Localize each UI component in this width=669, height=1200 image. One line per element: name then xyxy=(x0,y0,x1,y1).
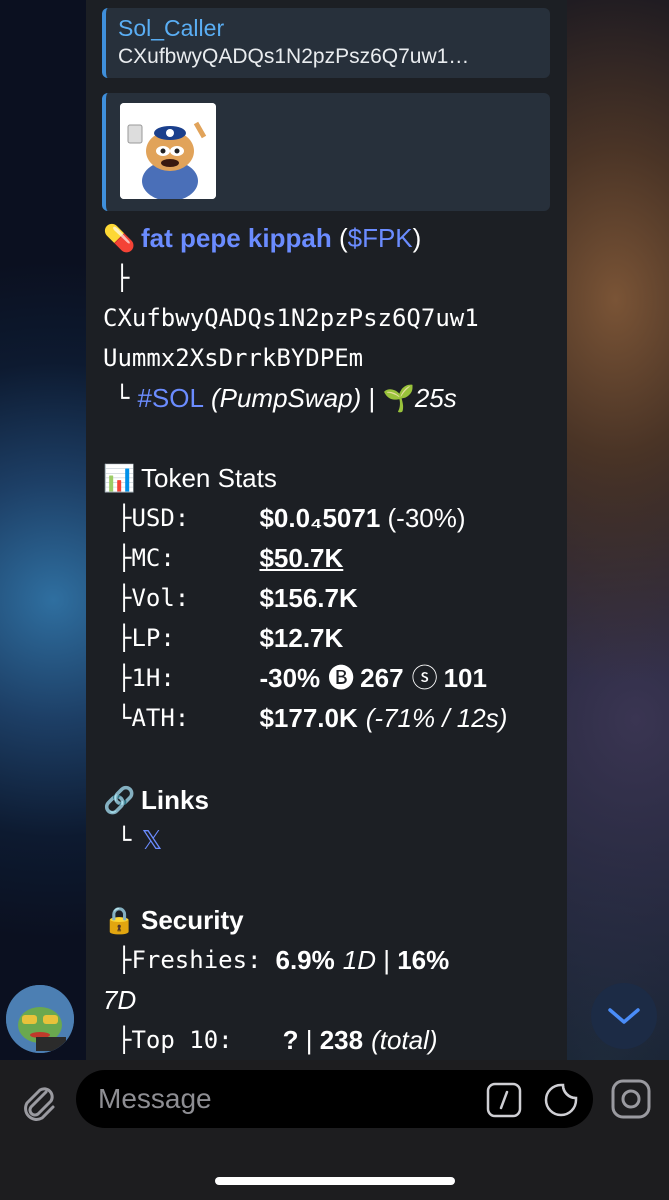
home-indicator[interactable] xyxy=(215,1177,455,1185)
end-branch: └ xyxy=(117,826,132,854)
branch-line: ├ xyxy=(103,258,553,298)
stats-header: 📊 Token Stats xyxy=(103,458,553,498)
sticker-icon[interactable] xyxy=(543,1082,579,1118)
branch-symbol: ├ xyxy=(117,584,132,612)
freshies-7d-value: 16% xyxy=(397,945,450,975)
token-age: 25s xyxy=(414,383,457,413)
media-preview[interactable] xyxy=(102,93,550,211)
stat-label: 1H: xyxy=(131,664,175,692)
freshies-1d-value: 6.9% xyxy=(275,945,335,975)
reply-quote[interactable]: Sol_Caller CXufbwyQADQs1N2pzPsz6Q7uw1… xyxy=(102,8,550,78)
separator: | xyxy=(361,383,383,413)
message-input-container xyxy=(76,1070,593,1128)
top10-row: ├ Top 10: ? | 238 (total) xyxy=(103,1020,553,1060)
freshies-wrap: 7D xyxy=(103,980,553,1020)
security-header: 🔒 Security xyxy=(103,900,553,940)
branch-symbol: ├ xyxy=(115,264,130,292)
stat-extra: (-30%) xyxy=(380,503,466,533)
paren-close: ) xyxy=(412,223,422,253)
message-content: 💊 fat pepe kippah ( $FPK ) ├ CXufbwyQADQ… xyxy=(103,218,553,1060)
branch-symbol: ├ xyxy=(117,946,132,974)
separator: | xyxy=(298,1025,320,1055)
contract-address-1[interactable]: CXufbwyQADQs1N2pzPsz6Q7uw1 xyxy=(103,298,553,338)
security-title: Security xyxy=(141,905,244,935)
stat-label: USD: xyxy=(131,504,190,532)
sender-avatar[interactable] xyxy=(6,985,74,1053)
dex-name: (PumpSwap) xyxy=(210,383,362,413)
stat-row-ath: └ ATH: $177.0K (-71% / 12s) xyxy=(103,698,553,738)
links-row: └ 𝕏 xyxy=(103,820,553,860)
chain-line: └ #SOL (PumpSwap) | 🌱 25s xyxy=(103,378,553,418)
token-header: 💊 fat pepe kippah ( $FPK ) xyxy=(103,218,553,258)
top10-total: 238 xyxy=(319,1025,364,1055)
stat-value: $0.0₄5071 xyxy=(259,503,381,533)
seedling-icon: 🌱 xyxy=(382,383,415,413)
token-ticker-link[interactable]: $FPK xyxy=(348,218,413,258)
freshies-label: Freshies: xyxy=(131,946,262,974)
stat-value: $177.0K xyxy=(259,703,358,733)
stat-label: LP: xyxy=(131,624,175,652)
branch-symbol: ├ xyxy=(117,504,132,532)
lock-icon: 🔒 xyxy=(103,905,136,935)
buys-icon: 🅑 xyxy=(328,663,355,693)
freshies-row: ├ Freshies: 6.9% 1D | 16% xyxy=(103,940,553,980)
scroll-down-button[interactable] xyxy=(591,983,657,1049)
branch-symbol: ├ xyxy=(117,624,132,652)
pill-icon: 💊 xyxy=(103,223,136,253)
freshies-7d-unit: 7D xyxy=(103,985,137,1015)
reply-author: Sol_Caller xyxy=(118,15,225,41)
contract-address-2[interactable]: Uummx2XsDrrkBYDPEm xyxy=(103,338,553,378)
link-icon: 🔗 xyxy=(103,785,136,815)
camera-icon[interactable] xyxy=(610,1078,652,1120)
paren-open: ( xyxy=(338,223,348,253)
pepe-sticker-image[interactable] xyxy=(120,103,216,199)
buys-count: 267 xyxy=(360,663,404,693)
stat-row-mc: ├ MC: $50.7K xyxy=(103,538,553,578)
stat-value: $156.7K xyxy=(259,583,358,613)
command-slash-icon[interactable] xyxy=(486,1082,522,1118)
bar-chart-icon: 📊 xyxy=(103,463,136,493)
stat-label: ATH: xyxy=(131,704,190,732)
branch-symbol: └ xyxy=(117,704,132,732)
stat-row-vol: ├ Vol: $156.7K xyxy=(103,578,553,618)
sells-icon: ⓢ xyxy=(411,663,438,693)
market-cap-link[interactable]: $50.7K xyxy=(259,538,343,578)
token-name-link[interactable]: fat pepe kippah xyxy=(141,218,332,258)
links-header: 🔗 Links xyxy=(103,780,553,820)
sells-count: 101 xyxy=(443,663,487,693)
paperclip-icon[interactable] xyxy=(16,1078,60,1122)
chevron-down-icon xyxy=(608,1008,640,1024)
stat-row-usd: ├ USD: $0.0₄5071 (-30%) xyxy=(103,498,553,538)
top10-total-label: (total) xyxy=(371,1025,438,1055)
stat-value: -30% xyxy=(259,663,321,693)
chain-hashtag[interactable]: #SOL xyxy=(137,378,204,418)
stat-value: $12.7K xyxy=(259,623,344,653)
branch-symbol: ├ xyxy=(117,664,132,692)
stats-title: Token Stats xyxy=(141,463,277,493)
stat-row-lp: ├ LP: $12.7K xyxy=(103,618,553,658)
composer-bar xyxy=(0,1060,669,1200)
freshies-1d-unit: 1D xyxy=(342,945,377,975)
separator: | xyxy=(376,945,398,975)
message-input[interactable] xyxy=(98,1070,478,1128)
top10-label: Top 10: xyxy=(131,1026,233,1054)
links-title: Links xyxy=(141,785,209,815)
x-link-icon[interactable]: 𝕏 xyxy=(141,820,162,860)
branch-symbol: ├ xyxy=(117,544,132,572)
branch-symbol: ├ xyxy=(117,1026,132,1054)
stat-row-1h: ├ 1H: -30% 🅑 267 ⓢ 101 xyxy=(103,658,553,698)
ath-change: (-71% / 12s) xyxy=(365,703,508,733)
stat-label: Vol: xyxy=(131,584,190,612)
stat-label: MC: xyxy=(131,544,175,572)
end-branch: └ xyxy=(115,384,130,412)
top10-value: ? xyxy=(282,1025,299,1055)
reply-text: CXufbwyQADQs1N2pzPsz6Q7uw1… xyxy=(118,45,470,68)
